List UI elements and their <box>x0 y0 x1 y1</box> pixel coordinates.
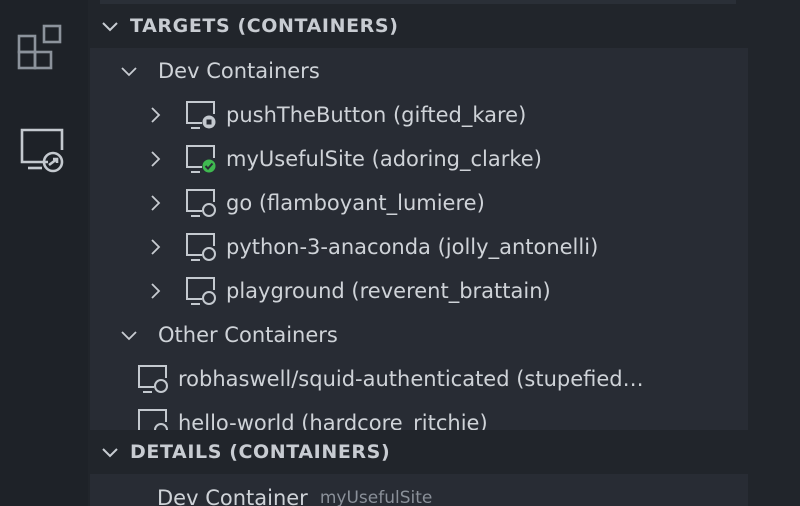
dev-container-item[interactable]: pushTheButton (gifted_kare) <box>90 93 748 137</box>
details-section-title: DETAILS (CONTAINERS) <box>130 441 391 463</box>
other-container-item[interactable]: robhaswell/squid-authenticated (stupefie… <box>90 357 748 401</box>
chevron-right-icon <box>151 239 161 255</box>
details-section-header[interactable]: DETAILS (CONTAINERS) <box>88 430 800 474</box>
dev-container-item[interactable]: playground (reverent_brattain) <box>90 269 748 313</box>
container-icon <box>186 189 216 217</box>
container-label: myUsefulSite (adoring_clarke) <box>226 147 542 171</box>
chevron-down-icon <box>121 67 137 77</box>
activity-bar <box>0 0 88 506</box>
chevron-down-icon <box>121 331 137 341</box>
extensions-icon[interactable] <box>16 22 68 74</box>
details-label: Dev Container <box>157 486 308 506</box>
container-icon <box>138 365 168 393</box>
dev-containers-label: Dev Containers <box>158 59 320 83</box>
targets-tree: Dev Containers pushTheButton (gifted_kar… <box>90 48 748 430</box>
details-item[interactable]: Dev Container myUsefulSite <box>90 476 748 506</box>
container-label: go (flamboyant_lumiere) <box>226 191 485 215</box>
container-label: playground (reverent_brattain) <box>226 279 551 303</box>
chevron-right-icon <box>151 283 161 299</box>
container-label: pushTheButton (gifted_kare) <box>226 103 527 127</box>
dev-containers-group[interactable]: Dev Containers <box>90 49 748 93</box>
remote-explorer-sidebar: TARGETS (CONTAINERS) Dev Containers push… <box>88 0 800 506</box>
container-label: hello-world (hardcore_ritchie) <box>178 411 488 430</box>
details-panel: Dev Container myUsefulSite <box>90 474 748 506</box>
container-label: robhaswell/squid-authenticated (stupefie… <box>178 367 644 391</box>
targets-section-title: TARGETS (CONTAINERS) <box>130 15 399 37</box>
chevron-right-icon <box>151 151 161 167</box>
other-container-item[interactable]: hello-world (hardcore_ritchie) <box>90 401 748 430</box>
dev-container-item[interactable]: myUsefulSite (adoring_clarke) <box>90 137 748 181</box>
dev-container-item[interactable]: python-3-anaconda (jolly_antonelli) <box>90 225 748 269</box>
chevron-down-icon <box>102 448 118 458</box>
chevron-right-icon <box>151 195 161 211</box>
other-containers-label: Other Containers <box>158 323 338 347</box>
container-icon <box>138 409 168 430</box>
targets-section-header[interactable]: TARGETS (CONTAINERS) <box>88 4 800 48</box>
container-running-icon <box>186 145 216 173</box>
dev-container-item[interactable]: go (flamboyant_lumiere) <box>90 181 748 225</box>
container-label: python-3-anaconda (jolly_antonelli) <box>226 235 599 259</box>
remote-explorer-icon[interactable] <box>16 124 68 176</box>
details-value: myUsefulSite <box>319 488 433 506</box>
other-containers-group[interactable]: Other Containers <box>90 313 748 357</box>
container-icon <box>186 277 216 305</box>
container-icon <box>186 233 216 261</box>
chevron-down-icon <box>102 22 118 32</box>
container-stopped-icon <box>186 101 216 129</box>
chevron-right-icon <box>151 107 161 123</box>
